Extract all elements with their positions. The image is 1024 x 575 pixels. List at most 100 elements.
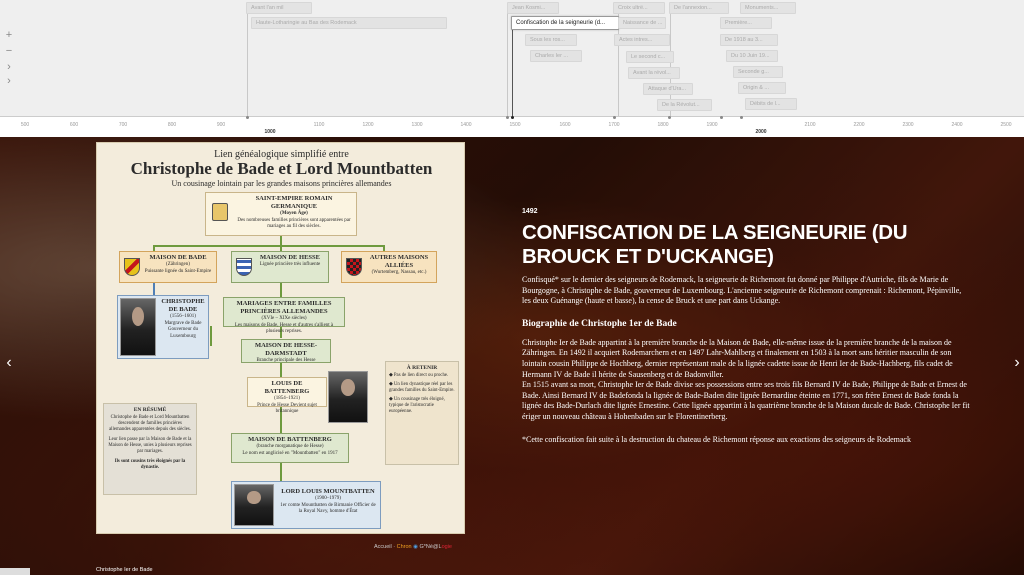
bio-paragraph-2: En 1515 avant sa mort, Christophe Ier de… [522,380,970,421]
bio-paragraph-1: Christophe Ier de Bade appartint à la pr… [522,337,953,379]
site-credits[interactable]: Accueil · Chron ◉ G*Né@Logie [374,544,452,550]
retenir-point: Un cousinage très éloigné, typique de l'… [389,397,445,414]
timeline-event[interactable]: Charles Ier ... [530,50,582,62]
axis-tick: 1300 [411,122,423,128]
bio-heading: Biographie de Christophe 1er de Bade [522,318,677,329]
timeline-event[interactable]: Croix ultrë... [613,2,665,14]
timeline-event[interactable]: De la Révolut... [657,99,712,111]
timeline-axis[interactable]: 500 600 700 800 900 1000 1100 1200 1300 … [0,116,1024,137]
axis-tick: 1600 [559,122,571,128]
previous-slide-arrow-icon[interactable]: ‹ [3,355,15,371]
axis-tick: 800 [167,122,177,128]
node-desc: Prince de Hesse Devient sujet britanniqu… [257,402,317,415]
timeline-event[interactable]: Origin & ... [738,82,786,94]
timeline-event-active[interactable]: Confiscation de la seigneurie (d... [511,16,619,30]
axis-tick: 600 [69,122,79,128]
timeline-chevron-icon-2[interactable]: › [2,74,16,88]
timeline-event[interactable]: Du 10 Juin 19... [726,50,778,62]
timeline-event[interactable]: Haute-Lotharingie au Bas des Rodemack [251,17,447,29]
axis-marker [613,116,616,119]
infographic-title: Christophe de Bade et Lord Mountbatten [130,159,433,178]
retenir-box: À RETENIR ◆ Pas de lien direct ou proche… [385,361,459,465]
hesse-crest-icon [236,258,252,276]
slide-text-panel: 1492 CONFISCATION DE LA SEIGNEURIE (DU B… [522,208,970,445]
timeline-event[interactable]: Sous les ros... [525,34,577,46]
timeline-event[interactable]: Seconde g... [733,66,783,78]
timeline-event[interactable]: Actes intres... [614,34,670,46]
axis-tick: 1200 [362,122,374,128]
footnote: *Cette confiscation fait suite à la dest… [522,434,911,444]
node-title: MARIAGES ENTRE FAMILLES PRINCIÈRES ALLEM… [236,300,332,315]
zoom-in-icon[interactable]: + [2,28,16,42]
node-maison-battenberg: MAISON DE BATTENBERG (branche morganatiq… [231,433,349,463]
next-slide-arrow-icon[interactable]: › [1011,355,1023,371]
timeline-event[interactable]: Première... [720,17,772,29]
timeline-event[interactable]: De l'annexion... [669,2,729,14]
christophe-portrait [120,298,156,356]
resume-box: EN RÉSUMÉ Christophe de Bade et Lord Mou… [103,403,197,495]
node-title: SAINT-EMPIRE ROMAIN GERMANIQUE [255,195,333,210]
node-desc: Le nom est anglicisé en "Mountbatten" en… [242,450,338,456]
resume-text: Christophe de Bade et Lord Mountbatten d… [109,415,191,432]
axis-marker [668,116,671,119]
timeline-event[interactable]: Naissance de ... [618,17,666,29]
resume-title: EN RÉSUMÉ [133,407,167,413]
event-title: CONFISCATION DE LA SEIGNEURIE (DU BROUCK… [522,221,908,268]
timeline-event[interactable]: De 1918 au 3... [720,34,778,46]
event-intro: Confisqué* sur le dernier des seigneurs … [522,275,962,306]
axis-tick-major: 2000 [755,129,767,135]
timeline-event[interactable]: Attaque d'Ura... [643,83,693,95]
axis-tick: 900 [216,122,226,128]
node-lord-mountbatten: LORD LOUIS MOUNTBATTEN (1900–1979) 1er c… [231,481,381,529]
axis-tick: 2300 [902,122,914,128]
horizontal-scrollbar[interactable] [0,568,30,575]
node-title: MAISON DE BATTENBERG [248,436,332,443]
node-hesse-darmstadt: MAISON DE HESSE-DARMSTADT Branche princi… [241,339,331,363]
timeline-event[interactable]: Débits de l... [745,98,797,110]
node-title: CHRISTOPHE DE BADE [161,298,205,313]
timeline-event[interactable]: Le second c... [626,51,674,63]
node-desc: (Wurtemberg, Nassau, etc.) [371,270,427,275]
axis-tick: 2200 [853,122,865,128]
axis-tick: 500 [20,122,30,128]
image-caption: Christophe Ier de Bade [96,567,153,573]
credits-end: ogie [441,544,452,550]
axis-tick: 1900 [706,122,718,128]
node-desc: Puissante lignée du Saint-Empire [144,268,212,274]
node-title: MAISON DE HESSE [260,254,320,261]
node-saint-empire: SAINT-EMPIRE ROMAIN GERMANIQUE (Moyen Âg… [205,192,357,236]
node-desc: Branche principale des Hesse [256,358,316,363]
axis-marker [246,116,249,119]
timeline-panel[interactable]: + − › › Avant l'an mil Haute-Lotharingie… [0,0,1024,137]
genealogy-infographic: Lien généalogique simplifié entre Christ… [96,142,465,534]
node-autres-maisons: AUTRES MAISONS ALLIÉES (Wurtemberg, Nass… [341,251,437,283]
axis-marker [506,116,509,119]
credits-gen: G*Né@L [419,544,442,550]
axis-marker-active [511,116,514,119]
retenir-point: Un lien dynastique réel par les grandes … [389,382,455,393]
axis-tick-major: 1000 [264,129,276,135]
node-christophe-de-bade: CHRISTOPHE DE BADE (1556–1601) Margrave … [117,295,209,359]
retenir-title: À RETENIR [406,365,438,371]
timeline-chevron-icon[interactable]: › [2,60,16,74]
resume-text: Ils sont cousins très éloignés par la dy… [114,459,186,470]
timeline-event[interactable]: Avant la révol... [628,67,680,79]
node-title: MAISON DE BADE [149,254,207,261]
credits-home-link[interactable]: Accueil · [374,544,397,550]
axis-tick: 1100 [313,122,325,128]
axis-tick: 2100 [804,122,816,128]
louis-portrait [328,371,368,423]
mountbatten-portrait [234,484,274,526]
bade-crest-icon [124,258,140,276]
node-title: LORD LOUIS MOUNTBATTEN [281,488,375,495]
axis-tick: 2500 [1000,122,1012,128]
timeline-event[interactable]: Monuments... [740,2,796,14]
timeline-event[interactable]: Avant l'an mil [246,2,312,14]
node-desc: Les maisons de Bade, Hesse et d'autres s… [234,322,334,335]
axis-marker [740,116,743,119]
eagle-crest-icon [212,203,228,221]
node-desc: 1er comte Mountbatten de Birmanie Offici… [280,502,376,515]
timeline-event[interactable]: Jean Kosmi... [507,2,559,14]
zoom-out-icon[interactable]: − [2,44,16,58]
node-desc: Lignée princière très influente [259,262,321,267]
